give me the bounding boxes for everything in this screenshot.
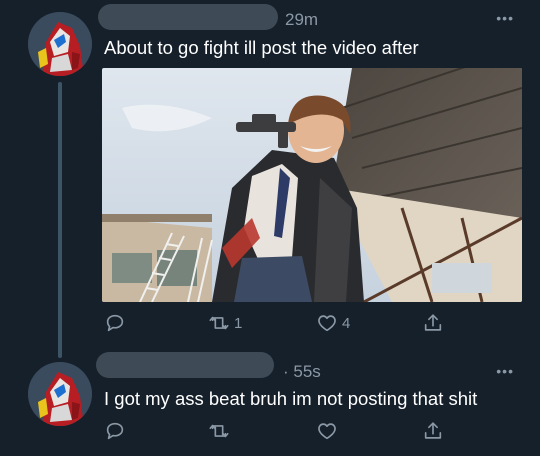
tweet-actions: 1 4 — [104, 312, 514, 336]
heart-icon — [318, 423, 336, 440]
tweet[interactable]: 29m ••• About to go fight ill post the v… — [0, 0, 540, 358]
retweet-count: 1 — [234, 314, 243, 332]
tweet-actions — [104, 420, 514, 444]
like-button[interactable]: 4 — [316, 312, 350, 334]
username-redacted — [98, 4, 278, 30]
more-icon[interactable]: ••• — [496, 10, 514, 26]
more-icon[interactable]: ••• — [496, 363, 514, 379]
heart-icon — [318, 315, 336, 332]
share-button[interactable] — [422, 420, 444, 442]
timestamp: 29m — [285, 10, 319, 29]
timestamp: · 55s — [283, 362, 321, 381]
username-redacted — [96, 352, 274, 378]
reply-icon — [106, 422, 124, 440]
reply-icon — [106, 314, 124, 332]
like-button[interactable] — [316, 420, 342, 442]
retweet-button[interactable]: 1 — [208, 312, 242, 334]
share-button[interactable] — [422, 312, 444, 334]
avatar[interactable] — [28, 362, 92, 426]
tweet-photo[interactable] — [102, 68, 522, 302]
tweet[interactable]: · 55s ••• I got my ass beat bruh im not … — [0, 340, 540, 456]
reply-button[interactable] — [104, 312, 130, 334]
share-icon — [424, 314, 442, 331]
tweet-text: I got my ass beat bruh im not posting th… — [104, 388, 478, 409]
tweet-text: About to go fight ill post the video aft… — [104, 37, 419, 58]
retweet-icon — [209, 316, 229, 330]
avatar[interactable] — [28, 12, 92, 76]
like-count: 4 — [342, 314, 351, 332]
reply-button[interactable] — [104, 420, 130, 442]
retweet-button[interactable] — [208, 420, 234, 442]
thread-line — [58, 82, 62, 358]
retweet-icon — [209, 424, 229, 438]
share-icon — [424, 422, 442, 439]
